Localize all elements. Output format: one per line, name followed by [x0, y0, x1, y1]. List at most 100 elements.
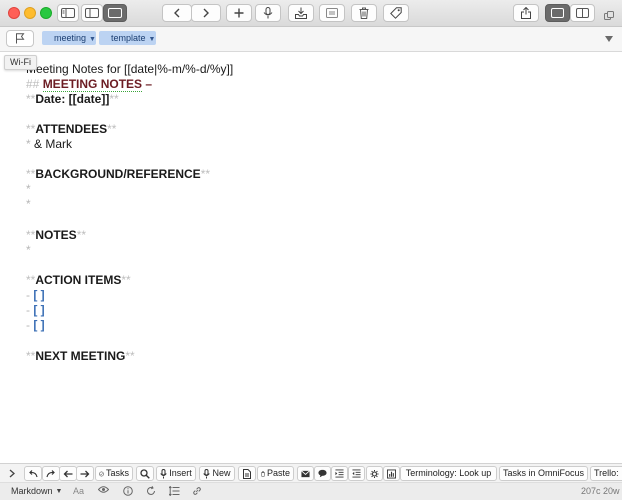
tasks-in-omnifocus-button[interactable]: Tasks in OmniFocus: [499, 466, 588, 481]
inbox-download-icon: [295, 7, 307, 19]
document-icon: [243, 468, 251, 479]
statistics-button[interactable]: [383, 466, 400, 481]
editor-only-icon: [108, 8, 122, 18]
paste-button[interactable]: Paste: [257, 466, 294, 481]
redo-icon: [46, 469, 55, 477]
trash-button[interactable]: [351, 4, 377, 22]
terminology-lookup-button[interactable]: Terminology: Look up: [400, 466, 497, 481]
link-icon: [193, 487, 201, 495]
expand-tagbar-icon[interactable]: [605, 36, 613, 42]
new-note-button[interactable]: [226, 4, 252, 22]
title-line: Meeting Notes for [[date|%-m/%-d/%y]]: [26, 62, 234, 76]
tag-template[interactable]: template ▼: [99, 31, 156, 45]
preview-button[interactable]: [319, 4, 345, 22]
share-icon: [521, 7, 531, 19]
close-window-button[interactable]: [8, 7, 20, 19]
tooltip: Wi-Fi: [4, 55, 37, 70]
checkbox[interactable]: [ ]: [33, 303, 44, 317]
notelist-icon: [85, 8, 99, 18]
share-button[interactable]: [513, 4, 539, 22]
chevron-down-icon: ▼: [148, 36, 156, 43]
todo-item[interactable]: - [ ]: [26, 317, 45, 333]
title-bar: [0, 0, 622, 27]
link-button[interactable]: [192, 486, 202, 496]
preview-toggle-button[interactable]: [98, 486, 109, 493]
bullet-item: *: [26, 182, 31, 196]
editor-only-button[interactable]: [103, 4, 127, 22]
todo-item[interactable]: - [ ]: [26, 302, 45, 318]
chevron-right-icon: [9, 469, 15, 478]
insert-dictation-button[interactable]: Insert: [156, 466, 196, 481]
info-icon: [123, 486, 133, 496]
checkbox[interactable]: [ ]: [33, 288, 44, 302]
split-pane-button[interactable]: [570, 4, 595, 22]
tag-label: meeting: [54, 33, 87, 43]
background-heading: **BACKGROUND/REFERENCE**: [26, 167, 211, 181]
redo-button[interactable]: [42, 466, 60, 481]
bullet-item: *: [26, 243, 31, 257]
font-toggle-button[interactable]: Aa: [73, 486, 84, 497]
outline-button[interactable]: [169, 486, 180, 496]
search-button[interactable]: [136, 466, 154, 481]
undo-button[interactable]: [24, 466, 42, 481]
chevron-down-icon: ▼: [55, 488, 63, 495]
tags-button[interactable]: [383, 4, 409, 22]
plus-icon: [234, 8, 244, 18]
minimize-window-button[interactable]: [24, 7, 36, 19]
attendees-heading: **ATTENDEES**: [26, 122, 117, 136]
zoom-window-button[interactable]: [40, 7, 52, 19]
heading-line: ## MEETING NOTES –: [26, 77, 153, 92]
tag-label: template: [111, 33, 146, 43]
single-pane-icon: [551, 8, 564, 18]
toolbar-expand-button[interactable]: [6, 466, 18, 481]
message-button[interactable]: [314, 466, 331, 481]
character-word-count: 207c 20w: [581, 486, 620, 496]
eye-icon: [98, 486, 109, 493]
show-notelist-button[interactable]: [81, 4, 103, 22]
dictation-button[interactable]: [255, 4, 281, 22]
editor[interactable]: Meeting Notes for [[date|%-m/%-d/%y]] ##…: [0, 52, 622, 463]
status-bar: Markdown ▼ Aa 207c 20w: [0, 483, 622, 500]
flag-button[interactable]: [6, 30, 34, 47]
move-right-button[interactable]: [76, 466, 94, 481]
archive-button[interactable]: [288, 4, 314, 22]
microphone-icon: [263, 7, 273, 19]
document-button[interactable]: [238, 466, 256, 481]
tasks-button[interactable]: Tasks: [95, 466, 133, 481]
checkbox[interactable]: [ ]: [33, 318, 44, 332]
indent-button[interactable]: [331, 466, 348, 481]
indent-icon: [335, 469, 344, 478]
todo-item[interactable]: - [ ]: [26, 287, 45, 303]
show-sidebar-button[interactable]: [57, 4, 79, 22]
settings-button[interactable]: [366, 466, 383, 481]
microphone-icon: [203, 468, 211, 478]
editor-mode-select[interactable]: Markdown ▼: [11, 486, 62, 497]
attendee-item: * & Mark: [26, 137, 73, 151]
window-overflow-icon[interactable]: [604, 8, 614, 26]
outdent-button[interactable]: [348, 466, 365, 481]
email-button[interactable]: [297, 466, 314, 481]
flag-icon: [16, 33, 25, 44]
info-button[interactable]: [123, 486, 133, 496]
date-line: **Date: [[date]]**: [26, 92, 119, 106]
chevron-right-icon: [203, 8, 209, 18]
split-pane-icon: [576, 8, 589, 18]
undo-icon: [29, 469, 38, 477]
gear-icon: [370, 469, 379, 478]
single-pane-button[interactable]: [545, 4, 570, 22]
sync-button[interactable]: [146, 486, 156, 496]
tag-icon: [390, 7, 402, 19]
back-button[interactable]: [162, 4, 192, 22]
notes-heading: **NOTES**: [26, 228, 87, 242]
next-meeting-heading: **NEXT MEETING**: [26, 349, 135, 363]
search-icon: [140, 468, 150, 479]
chevron-left-icon: [174, 8, 180, 18]
new-dictation-button[interactable]: New: [199, 466, 235, 481]
tag-meeting[interactable]: meeting ▼: [42, 31, 96, 45]
trello-button[interactable]: Trello:: [590, 466, 622, 481]
move-left-button[interactable]: [59, 466, 77, 481]
refresh-icon: [147, 486, 155, 495]
chevron-down-icon: ▼: [89, 36, 96, 43]
trash-icon: [359, 7, 369, 19]
forward-button[interactable]: [191, 4, 221, 22]
